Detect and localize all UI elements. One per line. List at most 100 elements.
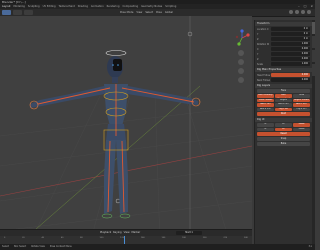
fk-right-button[interactable]: FK bbox=[275, 127, 292, 131]
transform-row: Location X0 m bbox=[257, 27, 310, 31]
transform-row: Y 0.000 bbox=[257, 52, 310, 56]
pan-icon[interactable] bbox=[238, 59, 244, 65]
version-label: 3.x bbox=[308, 245, 312, 248]
layer-face-primary-button[interactable]: Face (Primary) bbox=[257, 94, 274, 98]
sidebar-tabs bbox=[312, 20, 315, 244]
layer-torso-button[interactable]: Torso bbox=[293, 94, 310, 98]
view-menu[interactable]: View bbox=[136, 9, 142, 16]
mode-selector[interactable] bbox=[13, 10, 22, 15]
layer-arm-r-ik-button[interactable]: Arm.R (IK) bbox=[275, 103, 292, 107]
tweak-left-button[interactable]: Tweak bbox=[293, 123, 310, 127]
snap-button[interactable]: Snap bbox=[257, 137, 310, 141]
head-follow-field[interactable]: 0.000 bbox=[271, 73, 310, 77]
tick-label: 200 bbox=[202, 237, 207, 239]
tick-label: 140 bbox=[140, 237, 145, 239]
tick-label: 0 bbox=[4, 237, 6, 239]
layer-root-button[interactable]: Root bbox=[257, 112, 310, 116]
layer-torso-tweak-button[interactable]: Torso (Tweak) bbox=[257, 98, 274, 102]
layer-fingers-detail-button[interactable]: Fingers (Detail) bbox=[293, 98, 310, 102]
axis-gizmo-icon bbox=[235, 29, 250, 46]
camera-view-icon[interactable] bbox=[238, 68, 244, 74]
character-model[interactable] bbox=[29, 50, 201, 219]
rotation-w-field[interactable]: 1.000 bbox=[271, 42, 310, 46]
transform-row: X 0.000 bbox=[257, 47, 310, 51]
transform-row: Scale 1.000 bbox=[257, 62, 310, 66]
overlay-icon[interactable] bbox=[289, 10, 293, 14]
select-mode-button[interactable] bbox=[24, 10, 33, 15]
layer-fingers-button[interactable]: Fingers bbox=[275, 98, 292, 102]
start-frame-field[interactable]: Start 1 bbox=[176, 231, 202, 235]
reset-button[interactable]: Reset bbox=[257, 132, 310, 136]
transform-panel-header[interactable]: Transform bbox=[255, 22, 312, 26]
rotation-x-field[interactable]: 0.000 bbox=[271, 47, 310, 51]
rig-properties-header[interactable]: Rig Main Properties bbox=[255, 68, 312, 72]
tick-label: 220 bbox=[223, 237, 228, 239]
perspective-toggle-icon[interactable] bbox=[238, 77, 244, 83]
layer-arm-r-fk-button[interactable]: Arm.R (FK) bbox=[257, 107, 274, 111]
header-right-tools bbox=[289, 10, 311, 14]
tick-label: 20 bbox=[22, 237, 25, 239]
tick-label: 180 bbox=[182, 237, 186, 239]
tick-label: 240 bbox=[244, 237, 248, 239]
field-label: X bbox=[257, 47, 259, 51]
neck-follow-field[interactable]: 0.000 bbox=[271, 78, 310, 82]
field-label: Neck Follow bbox=[257, 78, 271, 82]
select-menu[interactable]: Select bbox=[145, 9, 153, 16]
layer-arm-l-fk-button[interactable]: Arm.L (FK) bbox=[293, 103, 310, 107]
viewport-scene bbox=[0, 16, 252, 243]
sidebar-tab-tool[interactable] bbox=[312, 36, 315, 48]
view-menu-timeline[interactable]: View bbox=[124, 231, 130, 235]
location-z-field[interactable]: 0 m bbox=[271, 37, 310, 41]
playhead[interactable] bbox=[124, 236, 125, 244]
rig-prop-row: Neck Follow 0.000 bbox=[257, 78, 310, 82]
shading-solid-icon[interactable] bbox=[301, 10, 305, 14]
marker-menu[interactable]: Marker bbox=[132, 231, 141, 235]
layer-face-button[interactable]: Face bbox=[257, 89, 310, 93]
shading-material-icon[interactable] bbox=[307, 10, 311, 14]
zoom-icon[interactable] bbox=[238, 50, 244, 56]
scale-field[interactable]: 1.000 bbox=[271, 62, 310, 66]
keying-menu[interactable]: Keying bbox=[113, 231, 121, 235]
rotation-y-field[interactable]: 0.000 bbox=[271, 52, 310, 56]
navigation-gizmo[interactable] bbox=[234, 29, 250, 47]
layer-leg-l-ik-button[interactable]: Leg.L (IK) bbox=[275, 107, 292, 111]
rig-layers-header[interactable]: Rig Layers bbox=[255, 84, 312, 88]
rig-ui-header[interactable]: Rig UI bbox=[255, 118, 312, 122]
location-x-field[interactable]: 0 m bbox=[271, 27, 310, 31]
pose-menu[interactable]: Pose bbox=[156, 9, 162, 16]
bake-button[interactable]: Bake bbox=[257, 142, 310, 146]
field-label: Z bbox=[257, 37, 259, 41]
layer-leg-r-ik-button[interactable]: Leg.R (IK) bbox=[293, 107, 310, 111]
layer-face-secondary-button[interactable]: Face (Secondary) bbox=[275, 94, 292, 98]
playback-menu[interactable]: Playback bbox=[100, 231, 111, 235]
header-menus: Pose Mode View Select Pose Global bbox=[120, 9, 173, 16]
sidebar-tab-view[interactable] bbox=[312, 50, 315, 62]
3d-viewport[interactable] bbox=[0, 16, 252, 243]
field-label: Scale bbox=[257, 62, 263, 66]
field-label: Location X bbox=[257, 27, 269, 31]
tweak-right-button[interactable]: Tweak bbox=[293, 127, 310, 131]
orientation-selector[interactable]: Global bbox=[165, 9, 173, 16]
rotation-z-field[interactable]: 0.000 bbox=[271, 57, 310, 61]
ik-left-button[interactable]: IK bbox=[257, 123, 274, 127]
tick-label: 100 bbox=[99, 237, 104, 239]
layer-button-grid: Face (Primary) Face (Secondary) Torso To… bbox=[257, 94, 310, 111]
field-label: Rotation W bbox=[257, 42, 270, 46]
sidebar-tab-rig[interactable] bbox=[312, 64, 315, 76]
sidebar-n-panel: Transform Location X0 m Y0 m Z0 m Rotati… bbox=[254, 20, 312, 244]
rig-prop-row: Head Follow 0.000 bbox=[257, 73, 310, 77]
tick-label: 40 bbox=[41, 237, 44, 239]
transform-row: Z 0 m bbox=[257, 37, 310, 41]
mode-label[interactable]: Pose Mode bbox=[120, 9, 133, 16]
fk-left-button[interactable]: FK bbox=[275, 123, 292, 127]
location-y-field[interactable]: 0 m bbox=[271, 32, 310, 36]
xray-icon[interactable] bbox=[295, 10, 299, 14]
layer-arm-l-ik-button[interactable]: Arm.L (IK) bbox=[257, 103, 274, 107]
editor-type-button[interactable] bbox=[2, 10, 11, 15]
transform-row: Rotation W 1.000 bbox=[257, 42, 310, 46]
sidebar-tab-item[interactable] bbox=[312, 22, 315, 34]
field-label: Head Follow bbox=[257, 73, 271, 77]
transform-row: Y 0 m bbox=[257, 32, 310, 36]
ik-right-button[interactable]: IK bbox=[257, 127, 274, 131]
timeline-editor[interactable]: Playback Keying View Marker Start 1 0 20… bbox=[0, 229, 252, 244]
